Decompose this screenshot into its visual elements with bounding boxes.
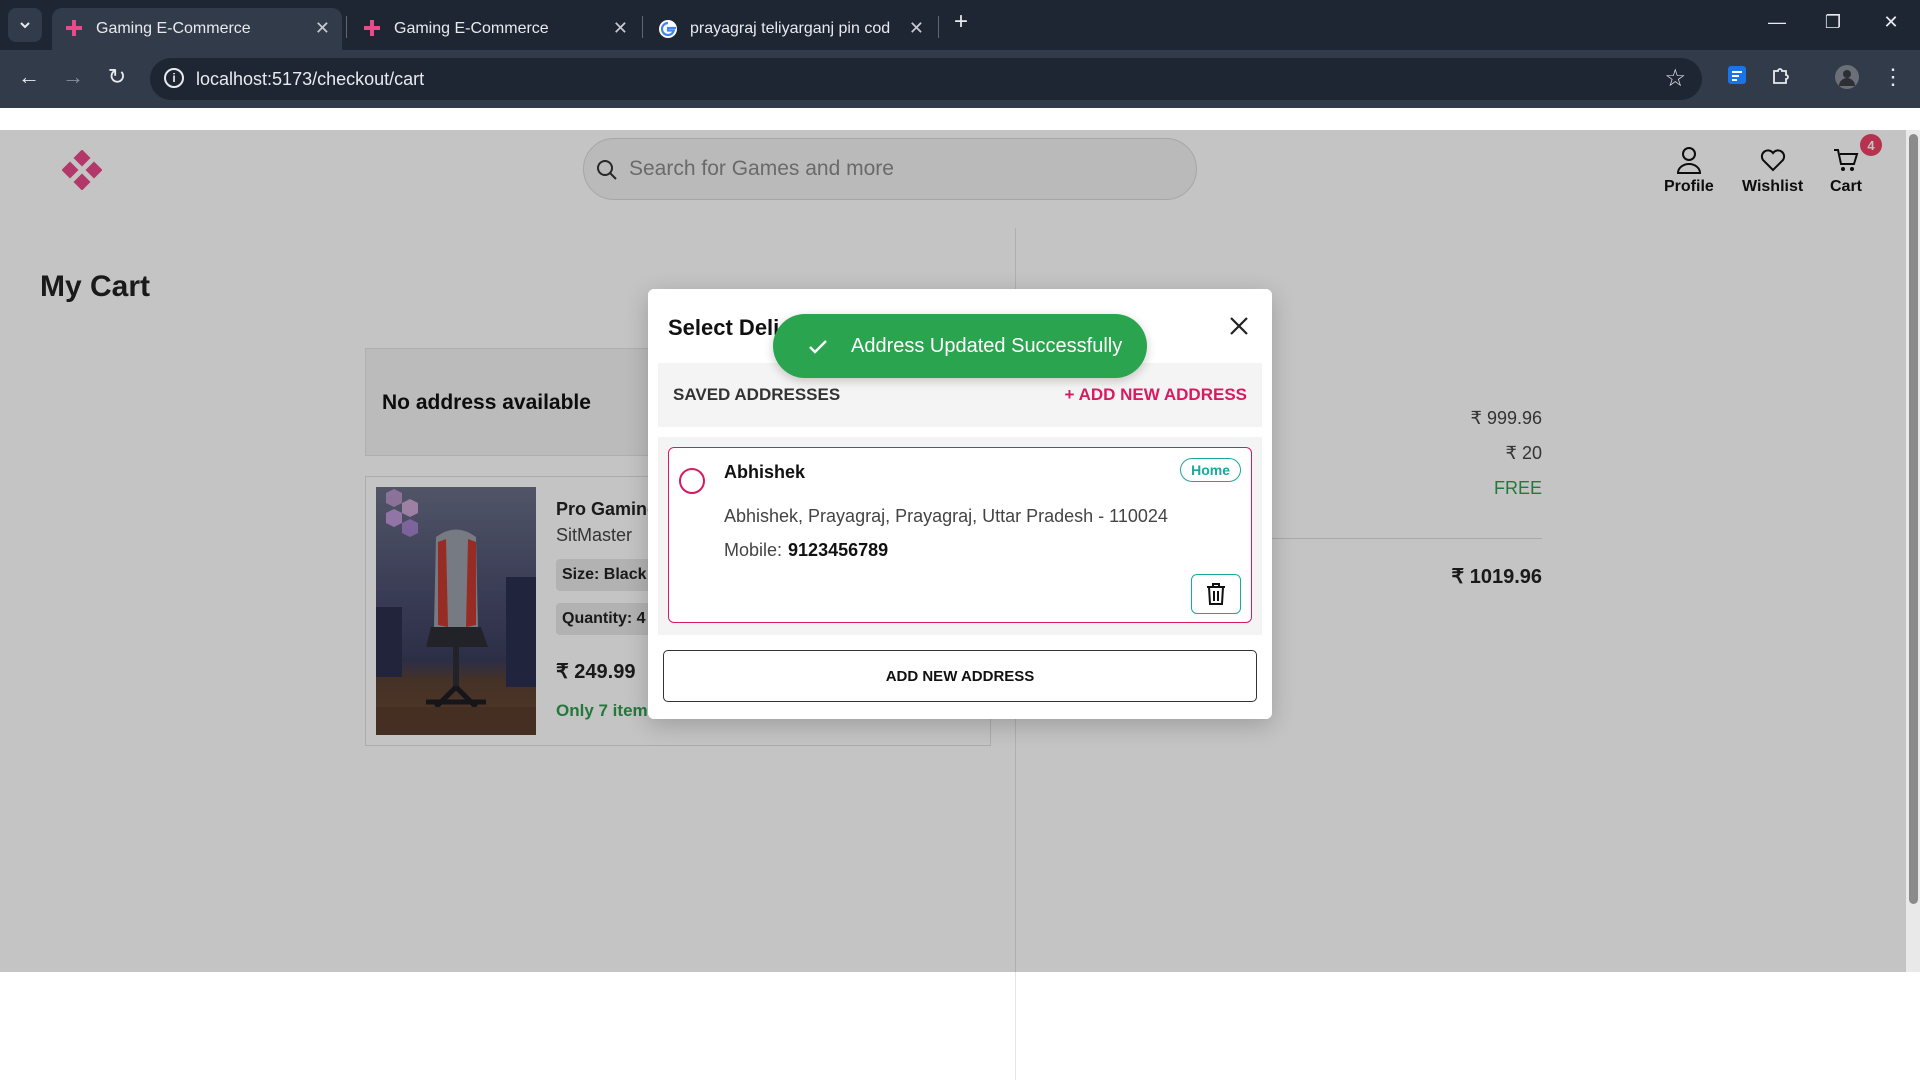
extension-icon[interactable]: [1722, 64, 1752, 92]
tab-search-button[interactable]: [8, 8, 42, 42]
new-tab-button[interactable]: +: [946, 8, 976, 36]
google-favicon-icon: [659, 20, 677, 38]
close-icon[interactable]: [1228, 315, 1250, 337]
back-button[interactable]: ←: [14, 64, 44, 90]
site-favicon-icon: [66, 20, 82, 36]
profile-avatar-icon[interactable]: [1832, 64, 1862, 96]
mobile-label: Mobile:: [724, 540, 783, 560]
close-tab-icon[interactable]: ✕: [909, 18, 924, 39]
check-icon: [809, 340, 827, 354]
close-tab-icon[interactable]: ✕: [315, 18, 330, 39]
address-card[interactable]: Abhishek Home Abhishek, Prayagraj, Praya…: [668, 447, 1252, 623]
page-scrollbar[interactable]: [1906, 130, 1920, 972]
mobile-number: 9123456789: [788, 540, 889, 560]
address-type-badge: Home: [1180, 458, 1241, 482]
site-favicon-icon: [364, 20, 380, 36]
address-radio[interactable]: [679, 468, 705, 494]
tab-title: prayagraj teliyarganj pin code -: [690, 20, 890, 37]
browser-tab-bar: Gaming E-Commerce ✕ Gaming E-Commerce ✕ …: [0, 0, 1920, 50]
delete-address-button[interactable]: [1191, 574, 1241, 614]
modal-title: Select Deli: [668, 315, 780, 340]
browser-toolbar: ← → ↻ i localhost:5173/checkout/cart ☆ ⋮: [0, 50, 1920, 108]
address-list: Abhishek Home Abhishek, Prayagraj, Praya…: [658, 437, 1262, 635]
tab-title: Gaming E-Commerce: [394, 20, 549, 37]
reload-button[interactable]: ↻: [102, 64, 132, 90]
address-name: Abhishek: [724, 462, 806, 482]
site-info-icon[interactable]: i: [164, 68, 184, 88]
minimize-button[interactable]: —: [1762, 12, 1792, 33]
address-bar[interactable]: i localhost:5173/checkout/cart ☆: [150, 58, 1702, 100]
toast-message: Address Updated Successfully: [851, 334, 1123, 357]
trash-icon: [1207, 583, 1225, 605]
restore-button[interactable]: ❐: [1818, 12, 1848, 33]
success-toast: Address Updated Successfully: [773, 314, 1147, 378]
address-line: Abhishek, Prayagraj, Prayagraj, Uttar Pr…: [724, 506, 1168, 526]
close-window-button[interactable]: ✕: [1876, 12, 1906, 33]
chevron-down-icon: [20, 22, 30, 29]
add-new-address-button[interactable]: ADD NEW ADDRESS: [663, 650, 1257, 702]
scrollbar-thumb[interactable]: [1909, 134, 1918, 904]
browser-tab-1[interactable]: Gaming E-Commerce ✕: [52, 8, 342, 50]
tab-title: Gaming E-Commerce: [96, 20, 251, 37]
address-mobile: Mobile: 9123456789: [724, 540, 888, 561]
forward-button[interactable]: →: [58, 64, 88, 90]
browser-tab-2[interactable]: Gaming E-Commerce ✕: [350, 8, 640, 50]
url-text: localhost:5173/checkout/cart: [196, 68, 425, 89]
add-new-address-link[interactable]: + ADD NEW ADDRESS: [1065, 385, 1247, 405]
puzzle-extensions-icon[interactable]: [1766, 64, 1796, 92]
saved-addresses-label: SAVED ADDRESSES: [673, 385, 841, 404]
browser-menu-icon[interactable]: ⋮: [1878, 64, 1908, 90]
browser-tab-3[interactable]: prayagraj teliyarganj pin code - ✕: [646, 8, 936, 50]
bookmark-star-icon[interactable]: ☆: [1664, 64, 1686, 93]
close-tab-icon[interactable]: ✕: [613, 18, 628, 39]
